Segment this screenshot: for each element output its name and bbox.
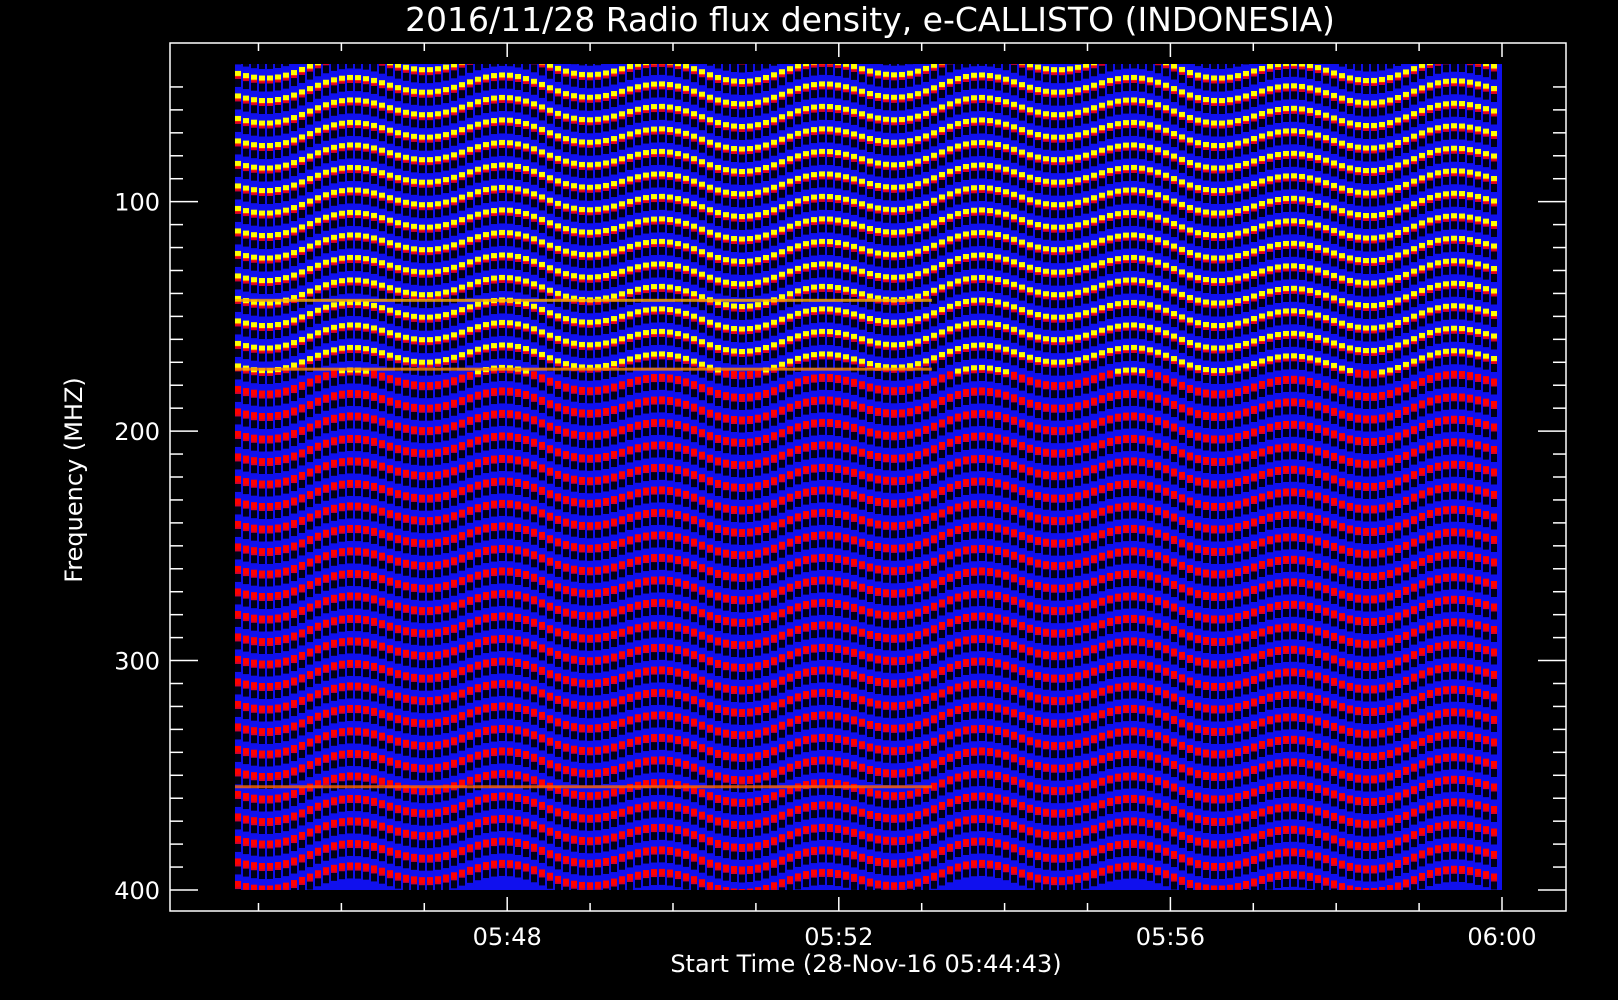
x-tick-label: 06:00 [1467,923,1536,951]
chart-title: 2016/11/28 Radio flux density, e-CALLIST… [405,0,1335,39]
heatmap-image [235,64,1502,890]
chart-figure: 2016/11/28 Radio flux density, e-CALLIST… [60,0,1567,978]
x-axis-label: Start Time (28-Nov-16 05:44:43) [670,950,1061,978]
x-tick-label: 05:48 [473,923,542,951]
x-tick-label: 05:56 [1136,923,1205,951]
y-tick-label: 400 [114,877,160,905]
y-tick-label: 100 [114,189,160,217]
y-tick-label: 200 [114,418,160,446]
y-axis-label: Frequency (MHZ) [60,377,88,583]
y-tick-label: 300 [114,648,160,676]
x-tick-label: 05:52 [804,923,873,951]
